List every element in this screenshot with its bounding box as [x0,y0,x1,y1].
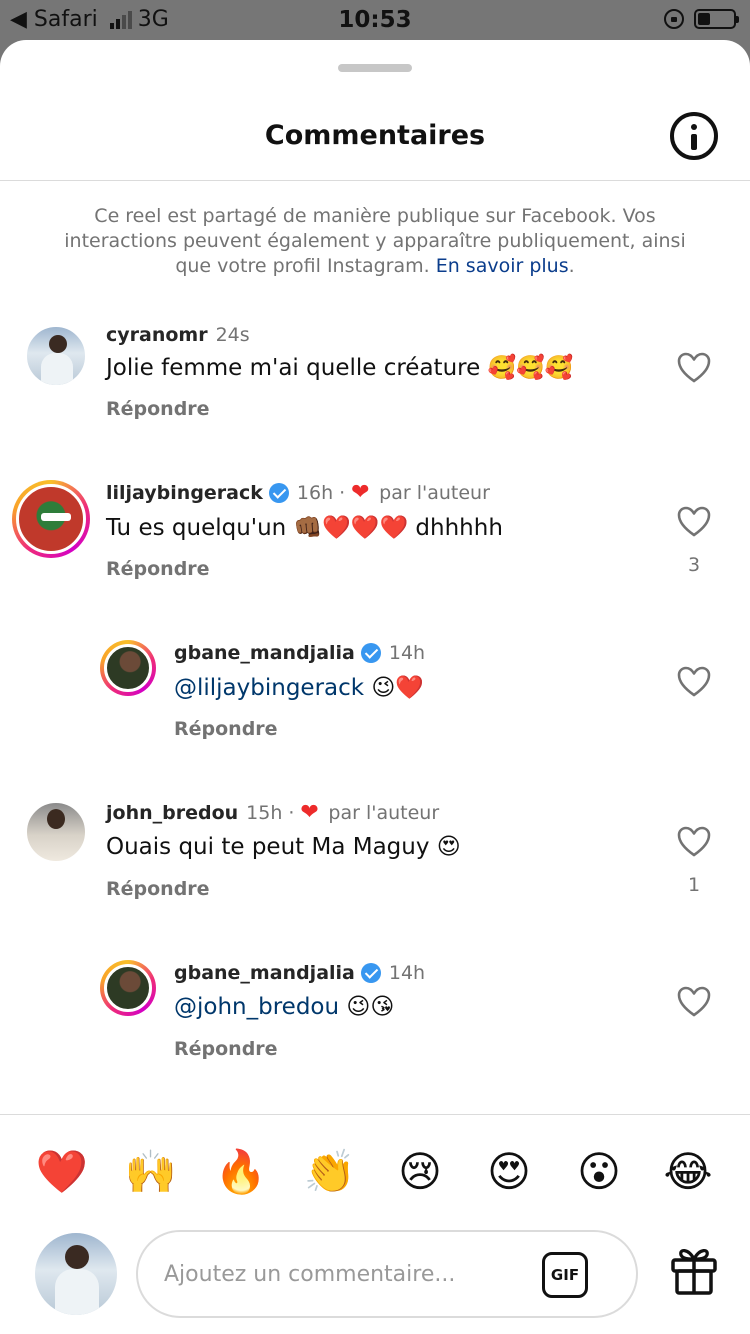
comment-input[interactable]: Ajoutez un commentaire... GIF [136,1230,638,1318]
heart-outline-icon[interactable] [677,986,711,1018]
verified-badge-icon [360,643,381,663]
comment-item: liljaybingerack 16h · ❤ par l'auteur Tu … [0,480,750,590]
comment-text: @john_bredou 😉😘 [174,994,394,1020]
comment-username[interactable]: gbane_mandjalia [174,642,355,664]
comment-time: 15h [246,802,283,824]
comment-username[interactable]: cyranomr [106,324,208,346]
author-liked-heart-icon: ❤ [300,800,319,825]
comment-composer: Ajoutez un commentaire... GIF [0,1226,750,1322]
author-liked-heart-icon: ❤ [351,480,370,505]
like-count: 1 [687,874,701,896]
comment-meta: gbane_mandjalia 14h [174,962,425,984]
learn-more-link[interactable]: En savoir plus [436,255,569,277]
header-divider [0,180,750,181]
mention-link[interactable]: @john_bredou [174,994,339,1020]
reactions-divider [0,1114,750,1115]
reply-button[interactable]: Répondre [106,878,210,900]
liked-by-author-label: par l'auteur [379,482,490,504]
heart-outline-icon[interactable] [677,352,711,384]
heart-outline-icon[interactable] [677,666,711,698]
comment-item: cyranomr 24s Jolie femme m'ai quelle cré… [0,320,750,430]
avatar[interactable] [24,324,88,388]
comment-meta: cyranomr 24s [106,324,250,346]
sheet-title: Commentaires [264,120,486,151]
reaction-heart-emoji[interactable]: ❤️ [34,1144,90,1200]
comment-time: 24s [215,324,250,346]
reaction-surprised-emoji[interactable]: 😮 [571,1144,627,1200]
avatar[interactable] [12,480,90,558]
comment-text: Jolie femme m'ai quelle créature 🥰🥰🥰 [106,355,574,381]
comment-time: 16h [296,482,334,504]
heart-outline-icon[interactable] [677,826,711,858]
reaction-raised-hands-emoji[interactable]: 🙌 [123,1144,179,1200]
avatar[interactable] [100,640,156,696]
reaction-laughing-emoji[interactable]: 😂 [660,1144,716,1200]
avatar[interactable] [24,800,88,864]
verified-badge-icon [360,963,381,983]
verified-badge-icon [268,483,289,503]
comment-item: john_bredou 15h · ❤ par l'auteur Ouais q… [0,800,750,910]
status-bar: ◀ Safari 3G 10:53 [0,0,750,42]
comment-username[interactable]: gbane_mandjalia [174,962,355,984]
sheet-grabber[interactable] [338,64,412,72]
comment-reply-item: gbane_mandjalia 14h @john_bredou 😉😘 Répo… [0,960,750,1070]
status-bar-right [664,9,739,29]
mention-link[interactable]: @liljaybingerack [174,675,364,701]
rotation-lock-icon [664,9,684,29]
gift-icon[interactable] [670,1242,718,1296]
reply-button[interactable]: Répondre [106,398,210,420]
like-count: 3 [687,554,701,576]
comment-text: Ouais qui te peut Ma Maguy 😍 [106,834,461,860]
quick-reactions-bar: ❤️ 🙌 🔥 👏 😢 😍 😮 😂 [0,1144,750,1200]
comment-reply-item: gbane_mandjalia 14h @liljaybingerack 😉❤️… [0,640,750,750]
facebook-sharing-notice: Ce reel est partagé de manière publique … [64,205,686,277]
reaction-crying-emoji[interactable]: 😢 [392,1144,448,1200]
notice-text: Ce reel est partagé de manière publique … [64,205,686,277]
comment-meta: liljaybingerack 16h · ❤ par l'auteur [106,480,490,505]
comment-emoji: 😉😘 [346,994,395,1020]
reply-button[interactable]: Répondre [174,718,278,740]
comment-username[interactable]: liljaybingerack [106,482,263,504]
comment-time: 14h [388,642,426,664]
reply-button[interactable]: Répondre [174,1038,278,1060]
reaction-fire-emoji[interactable]: 🔥 [213,1144,269,1200]
comments-sheet: Commentaires Ce reel est partagé de mani… [0,40,750,1334]
reaction-heart-eyes-emoji[interactable]: 😍 [481,1144,537,1200]
clock: 10:53 [338,7,412,33]
reaction-clapping-emoji[interactable]: 👏 [302,1144,358,1200]
info-icon[interactable] [670,112,718,160]
avatar[interactable] [100,960,156,1016]
gif-icon[interactable]: GIF [542,1252,588,1298]
liked-by-author-label: par l'auteur [328,802,440,824]
comment-username[interactable]: john_bredou [106,802,238,824]
heart-outline-icon[interactable] [677,506,711,538]
comment-emoji: 😉❤️ [371,675,425,701]
current-user-avatar [32,1230,120,1318]
battery-icon [694,9,739,29]
reply-button[interactable]: Répondre [106,558,210,580]
comment-time: 14h [388,962,426,984]
comment-meta: john_bredou 15h · ❤ par l'auteur [106,800,440,825]
comment-meta: gbane_mandjalia 14h [174,642,425,664]
comment-text: @liljaybingerack 😉❤️ [174,674,424,701]
comment-text: Tu es quelqu'un 👊🏾❤️❤️❤️ dhhhhh [106,515,503,541]
comment-input-placeholder: Ajoutez un commentaire... [164,1262,456,1287]
